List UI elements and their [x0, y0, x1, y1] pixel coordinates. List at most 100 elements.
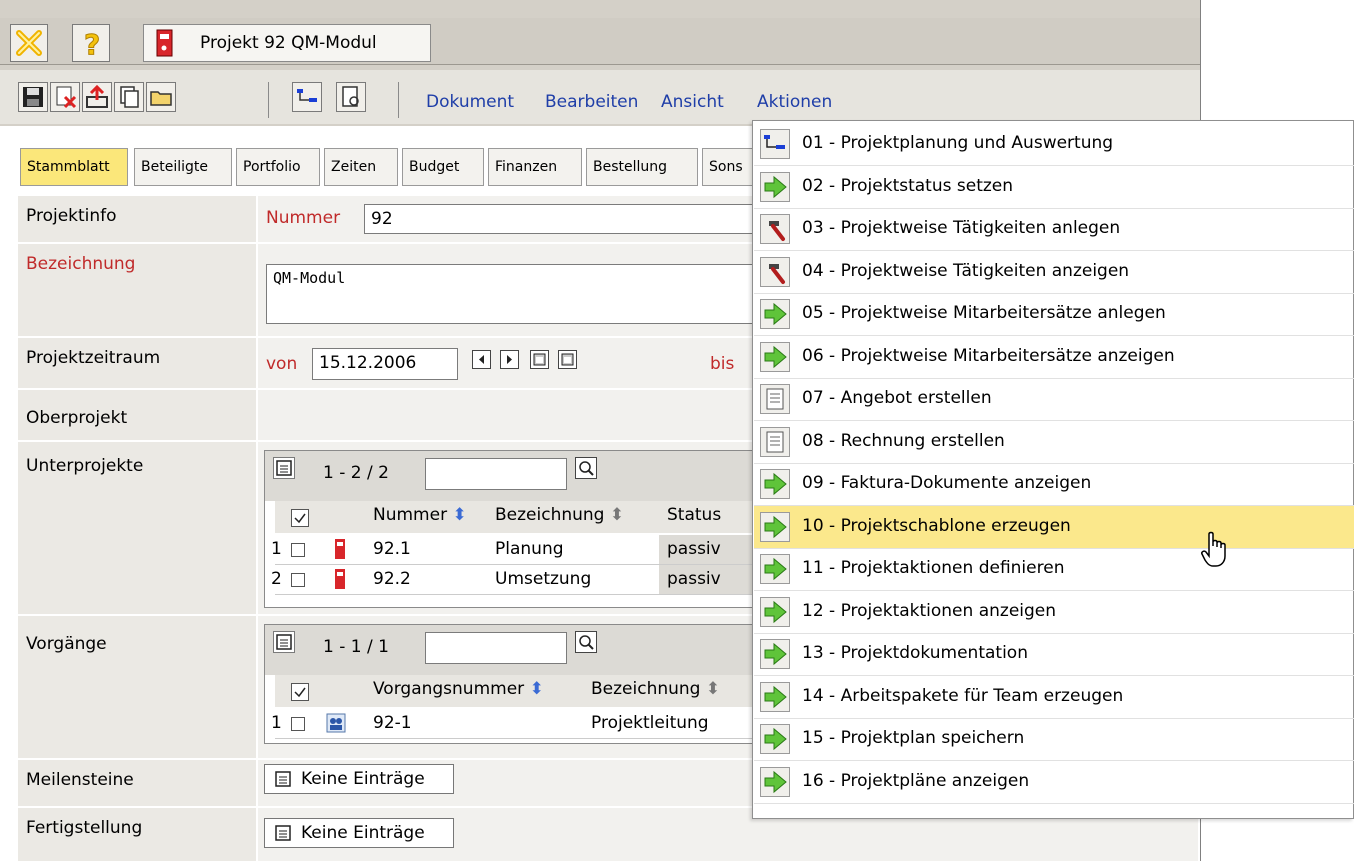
action-menu-item-07[interactable]: 07 - Angebot erstellen: [754, 378, 1354, 421]
tab-stammblatt[interactable]: Stammblatt: [20, 148, 128, 186]
action-menu-item-01[interactable]: 01 - Projektplanung und Auswertung: [754, 123, 1354, 166]
unterprojekte-search-input[interactable]: [425, 458, 567, 490]
action-menu-item-04[interactable]: 04 - Projektweise Tätigkeiten anzeigen: [754, 251, 1354, 294]
meilensteine-keine-eintraege[interactable]: Keine Einträge: [264, 764, 454, 794]
menu-dokument[interactable]: Dokument: [426, 92, 514, 112]
fertigstellung-keine-eintraege[interactable]: Keine Einträge: [264, 818, 454, 848]
column-bezeichnung[interactable]: Bezeichnung ⬍: [495, 505, 624, 525]
row-checkbox[interactable]: [291, 717, 305, 731]
arrow-right-icon: [760, 171, 790, 202]
grid-count: 1 - 2 / 2: [323, 463, 389, 483]
action-menu-item-12[interactable]: 12 - Projektaktionen anzeigen: [754, 591, 1354, 634]
action-menu-item-05[interactable]: 05 - Projektweise Mitarbeitersätze anleg…: [754, 293, 1354, 336]
arrow-right-icon: [760, 554, 790, 584]
search-icon[interactable]: [575, 631, 597, 653]
tab-portfolio[interactable]: Portfolio: [236, 148, 320, 186]
action-menu-item-08[interactable]: 08 - Rechnung erstellen: [754, 421, 1354, 464]
row-index: 1: [271, 539, 282, 559]
column-vorgangsnummer[interactable]: Vorgangsnummer ⬍: [373, 679, 544, 699]
tab-zeiten[interactable]: Zeiten: [324, 148, 398, 186]
gantt-icon[interactable]: [292, 82, 322, 112]
arrow-right-icon: [760, 341, 790, 372]
search-icon[interactable]: [575, 457, 597, 479]
von-date-input[interactable]: 15.12.2006: [312, 348, 458, 380]
column-status[interactable]: Status: [667, 505, 721, 525]
delete-document-icon[interactable]: [50, 82, 80, 112]
column-bezeichnung[interactable]: Bezeichnung ⬍: [591, 679, 720, 699]
help-icon[interactable]: ?: [72, 24, 110, 62]
action-menu-item-13[interactable]: 13 - Projektdokumentation: [754, 633, 1354, 676]
table-row[interactable]: 1 92.1 Planung passiv: [271, 535, 759, 565]
label-nummer: Nummer: [266, 208, 341, 228]
grid-count: 1 - 1 / 1: [323, 637, 389, 657]
cell-status: passiv: [659, 535, 759, 564]
vorgaenge-grid: 1 - 1 / 1 Vorgangsnummer ⬍ Bezeichnung ⬍…: [264, 624, 760, 744]
action-menu-item-09[interactable]: 09 - Faktura-Dokumente anzeigen: [754, 463, 1354, 506]
list-menu-icon[interactable]: [273, 631, 295, 653]
action-menu-item-label: 09 - Faktura-Dokumente anzeigen: [802, 473, 1092, 493]
keine-eintraege-label: Keine Einträge: [301, 769, 425, 789]
action-menu-item-10[interactable]: 10 - Projektschablone erzeugen: [754, 505, 1354, 549]
svg-text:?: ?: [84, 28, 100, 61]
tab-budget[interactable]: Budget: [402, 148, 484, 186]
close-icon[interactable]: [10, 24, 48, 62]
save-icon[interactable]: [18, 82, 48, 112]
row-checkbox[interactable]: [291, 573, 305, 587]
list-menu-icon[interactable]: [273, 457, 295, 479]
table-row[interactable]: 2 92.2 Umsetzung passiv: [271, 565, 759, 595]
export-icon[interactable]: [82, 82, 112, 112]
action-menu-item-label: 07 - Angebot erstellen: [802, 388, 992, 408]
list-menu-icon: [275, 825, 291, 841]
menu-bearbeiten[interactable]: Bearbeiten: [545, 92, 638, 112]
tab-beteiligte[interactable]: Beteiligte: [134, 148, 232, 186]
cell-bezeichnung: Planung: [495, 539, 564, 559]
tab-sonstiges[interactable]: Sons: [702, 148, 758, 186]
action-menu-item-14[interactable]: 14 - Arbeitspakete für Team erzeugen: [754, 676, 1354, 719]
cell-bezeichnung: Umsetzung: [495, 569, 592, 589]
report-icon[interactable]: [336, 82, 366, 112]
table-row[interactable]: 1 92-1 Projektleitung: [271, 709, 759, 739]
sort-icon[interactable]: ⬍: [610, 505, 624, 525]
column-nummer[interactable]: Nummer ⬍: [373, 505, 467, 525]
tab-finanzen[interactable]: Finanzen: [488, 148, 582, 186]
open-folder-icon[interactable]: [146, 82, 176, 112]
action-menu-item-label: 10 - Projektschablone erzeugen: [802, 515, 1071, 536]
row-checkbox[interactable]: [291, 543, 305, 557]
action-menu-item-03[interactable]: 03 - Projektweise Tätigkeiten anlegen: [754, 208, 1354, 251]
select-all-checkbox[interactable]: [291, 683, 309, 701]
next-date-icon[interactable]: [500, 350, 519, 369]
hammer-icon: [760, 214, 790, 244]
action-menu-item-label: 13 - Projektdokumentation: [802, 643, 1028, 663]
cell-bezeichnung: Projektleitung: [591, 713, 709, 733]
sort-icon[interactable]: ⬍: [452, 505, 466, 525]
action-menu-item-02[interactable]: 02 - Projektstatus setzen: [754, 166, 1354, 209]
action-menu-item-15[interactable]: 15 - Projektplan speichern: [754, 718, 1354, 761]
menu-aktionen[interactable]: Aktionen: [757, 92, 832, 112]
sort-icon[interactable]: ⬍: [706, 679, 720, 699]
keine-eintraege-label: Keine Einträge: [301, 823, 425, 843]
tab-bestellung[interactable]: Bestellung: [586, 148, 698, 186]
previous-date-icon[interactable]: [472, 350, 491, 369]
project-title-button[interactable]: Projekt 92 QM-Modul: [143, 24, 431, 62]
vorgaenge-search-input[interactable]: [425, 632, 567, 664]
hand-cursor-icon: [1201, 531, 1226, 567]
label-bezeichnung: Bezeichnung: [18, 244, 256, 336]
cell-nummer: 92.2: [373, 569, 411, 589]
action-menu-item-16[interactable]: 16 - Projektpläne anzeigen: [754, 761, 1354, 804]
action-menu-item-06[interactable]: 06 - Projektweise Mitarbeitersätze anzei…: [754, 336, 1354, 379]
unterprojekte-grid: 1 - 2 / 2 Nummer ⬍ Bezeichnung ⬍ Status …: [264, 450, 760, 608]
action-menu-item-label: 12 - Projektaktionen anzeigen: [802, 600, 1057, 621]
sort-icon[interactable]: ⬍: [530, 679, 544, 699]
select-all-checkbox[interactable]: [291, 509, 309, 527]
gantt-icon: [760, 129, 790, 159]
calendar-select-icon[interactable]: [558, 350, 577, 369]
task-team-icon: [326, 713, 346, 733]
action-menu-item-label: 14 - Arbeitspakete für Team erzeugen: [802, 685, 1124, 706]
label-bis: bis: [710, 354, 735, 374]
menu-ansicht[interactable]: Ansicht: [661, 92, 724, 112]
document-icon: [760, 426, 790, 457]
list-menu-icon: [275, 771, 291, 787]
copy-icon[interactable]: [114, 82, 144, 112]
calendar-icon[interactable]: [530, 350, 549, 369]
action-menu-item-11[interactable]: 11 - Projektaktionen definieren: [754, 548, 1354, 591]
